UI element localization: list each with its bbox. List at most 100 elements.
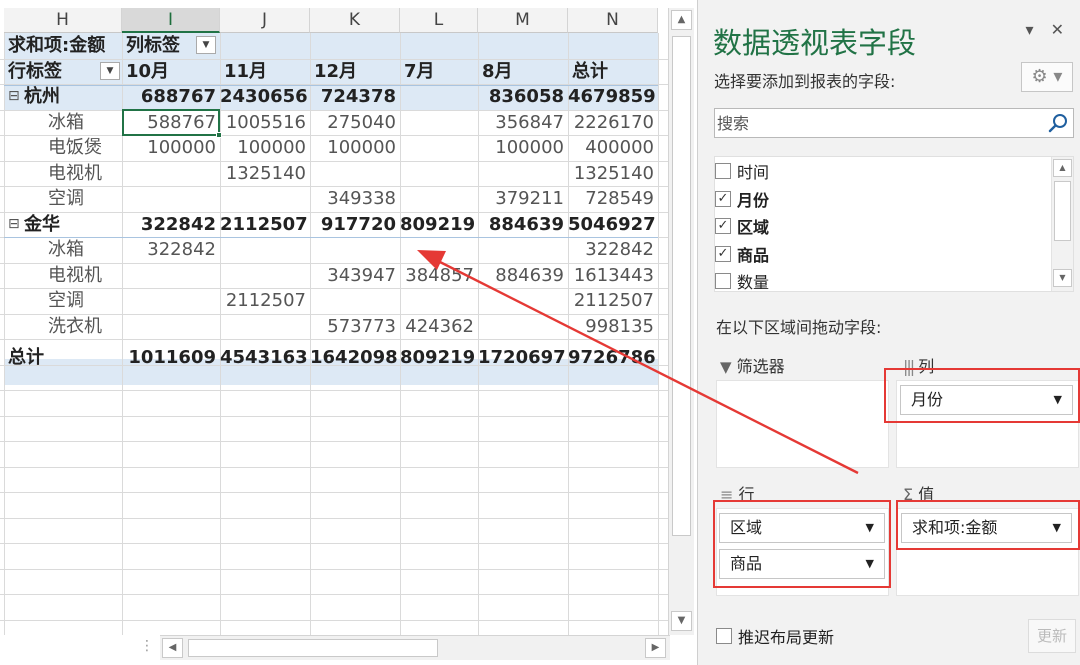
update-button[interactable]: 更新 — [1028, 619, 1076, 653]
value-cell[interactable]: 884639 — [478, 263, 568, 288]
value-cell[interactable]: 100000 — [220, 135, 310, 160]
value-cell[interactable]: 5046927 — [568, 212, 658, 237]
cell-grid[interactable]: 求和项:金额 列标签 ▼ 行标签 ▼ 10月 11月 12月 7月 8月 总计 ⊟ 杭州 688767 24… — [0, 33, 668, 635]
field-scroll-up[interactable]: ▲ — [1053, 159, 1072, 177]
value-cell[interactable]: 2430656 — [220, 84, 310, 109]
value-cell[interactable]: 100000 — [478, 135, 568, 160]
column-header-J[interactable]: J — [220, 8, 310, 33]
value-cell[interactable]: 917720 — [310, 212, 400, 237]
value-cell[interactable]: 1613443 — [568, 263, 658, 288]
gear-icon[interactable]: ⚙ ▾ — [1021, 62, 1073, 92]
collapse-icon[interactable]: ⊟ — [8, 84, 24, 109]
field-list[interactable]: ▲ ▼ 时间 ✓ 月份 ✓ 区域 ✓ 商品 数量 — [714, 156, 1074, 292]
value-cell[interactable]: 343947 — [310, 263, 400, 288]
fill-handle[interactable] — [216, 132, 222, 138]
field-checkbox[interactable]: ✓ — [715, 218, 731, 234]
field-checkbox[interactable] — [715, 273, 731, 289]
month-header[interactable]: 8月 — [482, 59, 568, 84]
field-list-scrollbar[interactable]: ▲ ▼ — [1051, 157, 1073, 291]
horizontal-scroll-thumb[interactable] — [188, 639, 438, 657]
column-header-M[interactable]: M — [478, 8, 568, 33]
grand-total-label[interactable]: 总计 — [8, 345, 108, 370]
value-cell[interactable]: 724378 — [310, 84, 400, 109]
value-cell[interactable]: 1325140 — [220, 161, 310, 186]
value-cell[interactable]: 322842 — [122, 237, 220, 262]
value-cell[interactable]: 2112507 — [568, 288, 658, 313]
item-label[interactable]: 洗衣机 — [48, 314, 118, 339]
field-item[interactable]: 时间 — [715, 159, 769, 183]
month-header[interactable]: 11月 — [224, 59, 310, 84]
month-header[interactable]: 12月 — [314, 59, 400, 84]
group-label[interactable]: 杭州 — [24, 84, 114, 109]
defer-layout-update[interactable]: 推迟布局更新 — [716, 624, 834, 648]
field-checkbox[interactable]: ✓ — [715, 190, 731, 207]
horizontal-scrollbar[interactable]: ◀ ▶ — [160, 635, 670, 660]
value-cell[interactable]: 836058 — [478, 84, 568, 109]
scroll-down-button[interactable]: ▼ — [671, 611, 692, 631]
item-label[interactable]: 冰箱 — [48, 110, 118, 135]
col-filter-dropdown-icon[interactable]: ▼ — [196, 36, 216, 54]
value-cell[interactable]: 1325140 — [568, 161, 658, 186]
month-header[interactable]: 10月 — [126, 59, 220, 84]
item-label[interactable]: 电视机 — [48, 263, 118, 288]
value-cell[interactable]: 884639 — [478, 212, 568, 237]
field-list-thumb[interactable] — [1054, 181, 1071, 241]
value-cell[interactable]: 1005516 — [220, 110, 310, 135]
scroll-left-button[interactable]: ◀ — [162, 638, 183, 658]
vertical-scroll-thumb[interactable] — [672, 36, 691, 536]
value-cell[interactable]: 379211 — [478, 186, 568, 211]
value-cell[interactable]: 275040 — [310, 110, 400, 135]
value-cell[interactable]: 573773 — [310, 314, 400, 339]
grand-total-value[interactable]: 1642098 — [310, 345, 400, 370]
field-scroll-down[interactable]: ▼ — [1053, 269, 1072, 287]
value-cell[interactable]: 809219 — [400, 212, 478, 237]
sheet-tab-splitter[interactable]: ⋮ — [140, 638, 154, 654]
value-cell[interactable]: 728549 — [568, 186, 658, 211]
search-icon[interactable] — [1047, 112, 1069, 134]
collapse-icon[interactable]: ⊟ — [8, 212, 24, 237]
month-header[interactable]: 总计 — [572, 59, 658, 84]
value-cell[interactable]: 384857 — [400, 263, 478, 288]
scroll-up-button[interactable]: ▲ — [671, 10, 692, 30]
item-label[interactable]: 电饭煲 — [48, 135, 118, 160]
value-cell[interactable]: 998135 — [568, 314, 658, 339]
field-item[interactable]: ✓ 商品 — [715, 242, 769, 266]
value-cell[interactable]: 349338 — [310, 186, 400, 211]
grand-total-value[interactable]: 809219 — [400, 345, 478, 370]
grand-total-value[interactable]: 4543163 — [220, 345, 310, 370]
value-cell[interactable]: 4679859 — [568, 84, 658, 109]
value-cell[interactable]: 100000 — [122, 135, 220, 160]
search-input[interactable] — [715, 109, 1035, 137]
row-labels-header[interactable]: 行标签 — [8, 59, 108, 84]
grand-total-value[interactable]: 1011609 — [122, 345, 220, 370]
value-cell[interactable]: 100000 — [310, 135, 400, 160]
value-cell[interactable]: 400000 — [568, 135, 658, 160]
column-header-H[interactable]: H — [4, 8, 122, 33]
row-filter-dropdown-icon[interactable]: ▼ — [100, 62, 120, 80]
value-cell[interactable]: 322842 — [122, 212, 220, 237]
field-search-box[interactable] — [714, 108, 1074, 138]
value-cell[interactable]: 356847 — [478, 110, 568, 135]
value-cell[interactable]: 688767 — [122, 84, 220, 109]
item-label[interactable]: 电视机 — [48, 161, 118, 186]
column-header-N[interactable]: N — [568, 8, 658, 33]
column-header-K[interactable]: K — [310, 8, 400, 33]
defer-checkbox[interactable] — [716, 628, 732, 644]
col-labels-header[interactable]: 列标签 — [126, 33, 196, 58]
pane-close-icon[interactable]: ▾ ✕ — [1025, 20, 1070, 39]
value-cell[interactable]: 2226170 — [568, 110, 658, 135]
value-cell[interactable]: 424362 — [400, 314, 478, 339]
grand-total-value[interactable]: 1720697 — [478, 345, 568, 370]
scroll-right-button[interactable]: ▶ — [645, 638, 666, 658]
pivot-value-header[interactable]: 求和项:金额 — [8, 33, 124, 58]
item-label[interactable]: 空调 — [48, 186, 118, 211]
group-label[interactable]: 金华 — [24, 212, 114, 237]
field-item[interactable]: ✓ 月份 — [715, 187, 769, 211]
vertical-scrollbar[interactable]: ▲ ▼ — [668, 8, 694, 635]
column-header-I[interactable]: I — [122, 8, 220, 33]
month-header[interactable]: 7月 — [404, 59, 478, 84]
column-header-L[interactable]: L — [400, 8, 478, 33]
value-cell[interactable]: 2112507 — [220, 288, 310, 313]
field-item[interactable]: 数量 — [715, 269, 769, 293]
item-label[interactable]: 空调 — [48, 288, 118, 313]
